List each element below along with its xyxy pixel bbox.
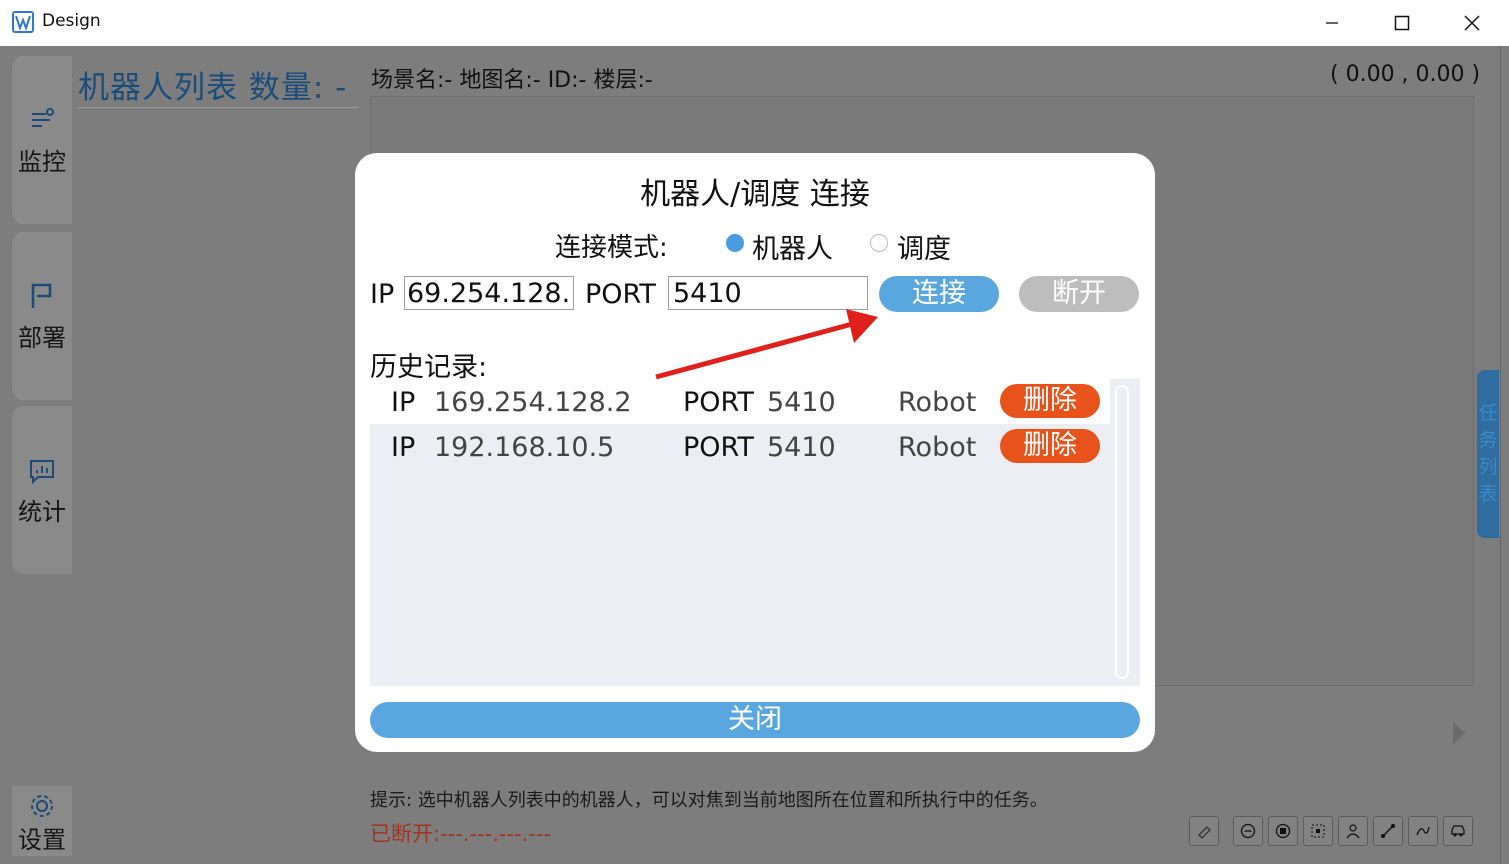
close-dialog-button[interactable]: 关闭 — [370, 702, 1140, 738]
minus-circle-icon — [1240, 823, 1256, 839]
dialog-title: 机器人/调度 连接 — [640, 177, 870, 212]
radio-robot[interactable] — [726, 234, 744, 252]
grid-button[interactable] — [1303, 816, 1333, 846]
history-list: IP 169.254.128.2 PORT 5410 Robot 删除 IP 1… — [370, 379, 1140, 686]
annotation-arrow-icon — [655, 309, 878, 380]
history-type: Robot — [898, 387, 977, 418]
port-label: PORT — [585, 279, 656, 310]
car-icon — [1451, 825, 1465, 837]
sidebar-item-deploy[interactable]: 部署 — [12, 232, 72, 400]
close-icon — [1464, 15, 1480, 31]
flag-icon — [31, 283, 52, 308]
divider — [78, 107, 358, 108]
ip-input[interactable] — [404, 276, 574, 310]
task-list-tab[interactable]: 任务列表 — [1477, 370, 1499, 538]
path-button[interactable] — [1373, 816, 1403, 846]
sidebar-item-label: 部署 — [18, 324, 66, 352]
list-item[interactable]: IP 169.254.128.2 PORT 5410 Robot 删除 — [370, 379, 1110, 424]
history-port-label: PORT — [683, 387, 754, 418]
sidebar-item-label: 设置 — [18, 826, 66, 854]
history-ip-label: IP — [391, 387, 416, 418]
right-edge — [1500, 46, 1509, 864]
minimize-icon — [1326, 22, 1338, 24]
person-button[interactable] — [1338, 816, 1368, 846]
robot-list-title: 机器人列表 数量: - — [78, 70, 348, 106]
coordinates-readout: ( 0.00 , 0.00 ) — [1330, 62, 1481, 87]
maximize-icon — [1394, 15, 1410, 31]
title-bar: Design — [0, 0, 1509, 46]
history-port: 5410 — [767, 387, 836, 418]
grid-icon — [1311, 824, 1325, 838]
task-list-tab-label: 任务列表 — [1478, 402, 1498, 505]
history-port: 5410 — [767, 432, 836, 463]
route-button[interactable] — [1408, 816, 1438, 846]
list-item[interactable]: IP 192.168.10.5 PORT 5410 Robot 删除 — [370, 424, 1110, 469]
person-icon — [1346, 824, 1360, 839]
gear-icon — [31, 795, 53, 817]
connection-dialog: 机器人/调度 连接 连接模式: 机器人 调度 IP PORT 连接 断开 历史记… — [355, 153, 1155, 752]
minimize-button[interactable] — [1297, 0, 1367, 46]
path-icon — [1381, 824, 1395, 838]
maximize-button[interactable] — [1367, 0, 1437, 46]
window-title: Design — [42, 11, 101, 31]
history-ip: 192.168.10.5 — [434, 432, 615, 463]
history-type: Robot — [898, 432, 977, 463]
ip-label: IP — [370, 279, 395, 310]
sidebar-item-label: 统计 — [18, 498, 66, 526]
history-ip-label: IP — [391, 432, 416, 463]
sidebar-item-stats[interactable]: 统计 — [12, 406, 72, 574]
disconnect-button[interactable]: 断开 — [1019, 276, 1139, 312]
chart-bubble-icon — [30, 460, 54, 485]
stop-circle-icon — [1275, 823, 1291, 839]
radio-robot-label[interactable]: 机器人 — [752, 227, 833, 266]
connection-status: 已断开:---.---.---.--- — [370, 822, 552, 846]
scene-info: 场景名:- 地图名:- ID:- 楼层:- — [371, 68, 653, 93]
sidebar-item-monitor[interactable]: 监控 — [12, 56, 72, 224]
history-ip: 169.254.128.2 — [434, 387, 632, 418]
robot-list-panel — [72, 56, 362, 856]
zoom-out-button[interactable] — [1233, 816, 1263, 846]
route-icon — [1416, 826, 1430, 836]
eraser-tool-button[interactable] — [1189, 816, 1219, 846]
monitor-route-icon — [32, 108, 54, 127]
radio-dispatch-label[interactable]: 调度 — [897, 227, 951, 266]
sidebar-item-settings[interactable]: 设置 — [12, 786, 72, 856]
stop-button[interactable] — [1268, 816, 1298, 846]
radio-dispatch[interactable] — [870, 234, 888, 252]
play-arrow-icon[interactable] — [1453, 722, 1465, 744]
vehicle-button[interactable] — [1443, 816, 1473, 846]
delete-button[interactable]: 删除 — [1000, 384, 1100, 418]
sidebar-item-label: 监控 — [18, 148, 66, 176]
delete-button[interactable]: 删除 — [1000, 429, 1100, 463]
connection-mode-label: 连接模式: — [555, 233, 668, 263]
eraser-icon — [1198, 826, 1211, 839]
history-scrollbar[interactable] — [1115, 385, 1129, 679]
connect-button[interactable]: 连接 — [879, 276, 999, 312]
hint-text: 提示: 选中机器人列表中的机器人，可以对焦到当前地图所在位置和所执行中的任务。 — [370, 790, 1048, 811]
history-port-label: PORT — [683, 432, 754, 463]
close-window-button[interactable] — [1437, 0, 1507, 46]
app-logo-icon — [12, 11, 34, 33]
